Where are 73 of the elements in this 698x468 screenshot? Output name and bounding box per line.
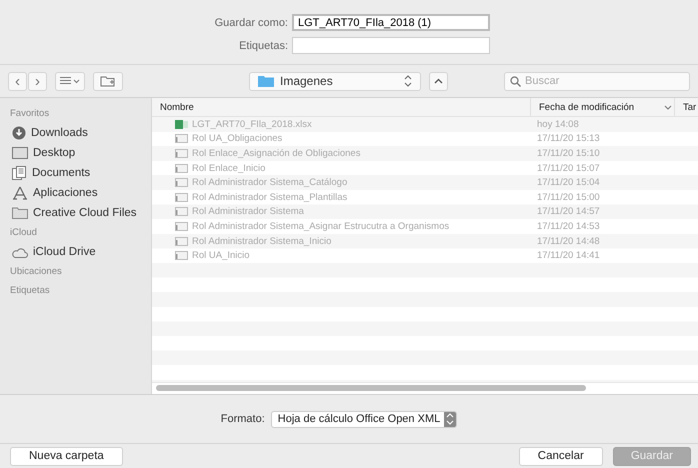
sidebar-item[interactable]: iCloud Drive xyxy=(0,242,151,262)
scrollbar-thumb[interactable] xyxy=(156,385,586,391)
sidebar-section-title: iCloud xyxy=(9,226,38,240)
document-icon xyxy=(175,164,188,173)
chevron-up-icon xyxy=(434,78,443,84)
save-as-label: Guardar como: xyxy=(214,16,288,28)
document-icon xyxy=(175,148,188,158)
location-dropdown[interactable]: Imagenes xyxy=(249,72,421,90)
file-date: 17/11/20 15:00 xyxy=(537,192,600,203)
file-name: Rol Enlace_Inicio xyxy=(192,162,266,174)
file-name: Rol Administrador Sistema_Catálogo xyxy=(192,177,348,188)
tags-field[interactable] xyxy=(292,37,490,54)
sidebar-section-title: Favoritos xyxy=(9,107,50,121)
file-date: hoy 14:08 xyxy=(537,118,579,130)
stepper-icon xyxy=(404,75,412,87)
sidebar-item[interactable]: Aplicaciones xyxy=(0,183,151,203)
cancel-button[interactable]: Cancelar xyxy=(518,446,603,466)
document-icon xyxy=(175,192,188,202)
document-icon xyxy=(175,222,188,231)
view-mode-button[interactable] xyxy=(55,72,85,90)
back-button[interactable]: ‹ xyxy=(8,72,27,90)
file-name: Rol UA_Obligaciones xyxy=(192,133,282,144)
spreadsheet-icon xyxy=(175,120,188,129)
sidebar-item[interactable]: Documents xyxy=(0,163,151,183)
documents-icon xyxy=(12,166,27,180)
search-field[interactable]: Buscar xyxy=(504,72,690,90)
file-date: 17/11/20 15:04 xyxy=(537,177,600,188)
sort-caret-icon xyxy=(664,104,672,110)
column-header[interactable]: Tar xyxy=(675,98,698,116)
up-button[interactable] xyxy=(429,72,448,90)
desktop-icon xyxy=(12,147,28,159)
sidebar-section-title: Etiquetas xyxy=(9,284,51,298)
new-folder-icon-button[interactable] xyxy=(93,72,123,90)
file-name: Rol UA_Inicio xyxy=(192,250,250,262)
column-header[interactable]: Fecha de modificación xyxy=(531,98,675,116)
forward-button[interactable]: › xyxy=(28,72,47,90)
file-name: Rol Administrador Sistema_Asignar Estrucutra a Organismos xyxy=(192,220,450,232)
folder-icon xyxy=(258,75,274,87)
new-folder-icon xyxy=(100,75,116,87)
document-icon xyxy=(175,236,188,246)
format-dropdown[interactable]: Hoja de cálculo Office Open XML xyxy=(270,410,458,428)
file-date: 17/11/20 14:53 xyxy=(537,220,600,232)
file-date: 17/11/20 14:57 xyxy=(537,206,600,218)
cloud-icon xyxy=(12,246,28,258)
file-date: 17/11/20 14:48 xyxy=(537,236,600,247)
search-icon xyxy=(510,76,521,86)
stepper-icon xyxy=(446,413,454,425)
file-date: 17/11/20 15:07 xyxy=(537,162,600,174)
sidebar-item[interactable]: Creative Cloud Files xyxy=(0,203,151,223)
document-icon xyxy=(175,134,188,144)
list-view-icon xyxy=(59,76,81,86)
format-label: Formato: xyxy=(220,413,265,425)
tags-label: Etiquetas: xyxy=(238,40,288,52)
file-name: Rol Administrador Sistema_Plantillas xyxy=(192,192,348,203)
file-name: Rol Administrador Sistema_Inicio xyxy=(192,236,332,247)
file-name: Rol Administrador Sistema xyxy=(192,206,304,218)
file-date: 17/11/20 14:41 xyxy=(537,250,600,262)
sidebar-section-title: Ubicaciones xyxy=(9,265,63,279)
document-icon xyxy=(175,207,188,216)
column-header[interactable]: Nombre xyxy=(152,98,531,116)
file-date: 17/11/20 15:10 xyxy=(537,148,600,159)
apps-icon xyxy=(12,186,28,200)
file-name: Rol Enlace_Asignación de Obligaciones xyxy=(192,148,360,159)
document-icon xyxy=(175,178,188,188)
document-icon xyxy=(175,251,188,260)
sidebar-item[interactable]: Downloads xyxy=(0,123,151,143)
sidebar-item[interactable]: Desktop xyxy=(0,143,151,163)
new-folder-button[interactable]: Nueva carpeta xyxy=(10,446,123,466)
save-as-field[interactable]: LGT_ART70_FIla_2018 (1) xyxy=(292,14,490,31)
download-icon xyxy=(12,126,26,140)
file-date: 17/11/20 15:13 xyxy=(537,133,600,144)
folder-icon xyxy=(12,207,28,219)
file-name: LGT_ART70_FIla_2018.xlsx xyxy=(192,118,312,130)
